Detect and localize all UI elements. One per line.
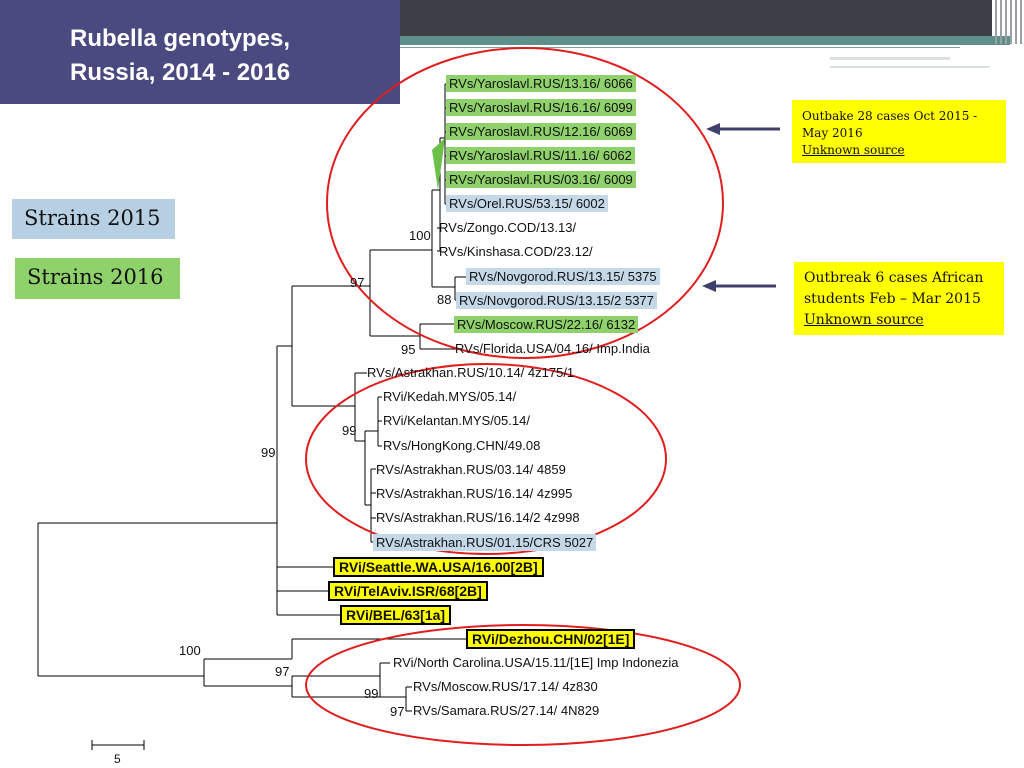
leaf-label: RVi/Kelantan.MYS/05.14/ — [383, 413, 530, 428]
leaf-label: RVs/Astrakhan.RUS/16.14/ 4z995 — [376, 486, 573, 501]
arrow-icon-middle — [702, 280, 776, 292]
leaf-label: RVs/Yaroslavl.RUS/12.16/ 6069 — [446, 123, 636, 140]
leaf-label-reference: RVi/TelAviv.ISR/68[2B] — [328, 581, 488, 601]
leaf-label: RVs/Moscow.RUS/17.14/ 4z830 — [413, 679, 598, 694]
bootstrap-value: 97 — [350, 275, 365, 290]
note-line: students Feb – Mar 2015 — [804, 291, 981, 307]
bootstrap-value: 99 — [364, 686, 379, 701]
leaf-label: RVs/Novgorod.RUS/13.15/ 5375 — [466, 268, 660, 285]
bootstrap-value: 97 — [275, 664, 290, 679]
leaf-label-reference: RVi/Dezhou.CHN/02[1E] — [466, 629, 636, 649]
leaf-label: RVi/Kedah.MYS/05.14/ — [383, 389, 517, 404]
leaf-label: RVs/Orel.RUS/53.15/ 6002 — [446, 195, 608, 212]
leaf-label: RVs/Astrakhan.RUS/01.15/CRS 5027 — [373, 534, 597, 551]
arrow-icon-top — [706, 123, 780, 135]
leaf-label: RVs/Novgorod.RUS/13.15/2 5377 — [456, 292, 657, 309]
leaf-label: RVs/Yaroslavl.RUS/16.16/ 6099 — [446, 99, 636, 116]
bootstrap-value: 100 — [409, 228, 431, 243]
outbreak-note-2016: Outbake 28 cases Oct 2015 - May 2016 Unk… — [792, 100, 1006, 163]
leaf-label: RVs/Astrakhan.RUS/10.14/ 4z175/1 — [367, 365, 575, 380]
leaf-label: RVi/North Carolina.USA/15.11/[1E] Imp In… — [393, 655, 679, 670]
leaf-label: RVs/Zongo.COD/13.13/ — [439, 220, 577, 235]
scale-bar-label: 5 — [114, 752, 121, 766]
note-line: Outbreak 6 cases African — [804, 270, 984, 286]
note-source: Unknown source — [804, 312, 924, 328]
scale-bar — [91, 740, 145, 750]
note-source: Unknown source — [802, 143, 905, 157]
bootstrap-value: 95 — [401, 342, 416, 357]
bootstrap-value: 97 — [390, 704, 405, 719]
note-line: May 2016 — [802, 126, 863, 140]
leaf-label: RVs/Florida.USA/04.16/ Imp.India — [455, 341, 650, 356]
bootstrap-value: 88 — [437, 292, 452, 307]
leaf-label-reference: RVi/BEL/63[1a] — [340, 605, 452, 625]
leaf-label: RVs/Astrakhan.RUS/03.14/ 4859 — [376, 462, 566, 477]
leaf-label: RVs/Astrakhan.RUS/16.14/2 4z998 — [376, 510, 580, 525]
leaf-label: RVs/Yaroslavl.RUS/13.16/ 6066 — [446, 75, 636, 92]
leaf-label: RVs/Moscow.RUS/22.16/ 6132 — [454, 316, 639, 333]
bootstrap-value: 99 — [261, 445, 276, 460]
leaf-label: RVs/Samara.RUS/27.14/ 4N829 — [413, 703, 600, 718]
leaf-label: RVs/HongKong.CHN/49.08 — [383, 438, 541, 453]
bootstrap-value: 99 — [342, 423, 357, 438]
clade-highlight-wedge — [432, 138, 445, 190]
leaf-label: RVs/Kinshasa.COD/23.12/ — [439, 244, 593, 259]
leaf-label: RVs/Yaroslavl.RUS/11.16/ 6062 — [446, 147, 635, 164]
bootstrap-value: 100 — [179, 643, 201, 658]
leaf-label: RVs/Yaroslavl.RUS/03.16/ 6009 — [446, 171, 636, 188]
leaf-label-reference: RVi/Seattle.WA.USA/16.00[2B] — [333, 557, 544, 577]
outbreak-note-2015: Outbreak 6 cases African students Feb – … — [794, 262, 1004, 335]
note-line: Outbake 28 cases Oct 2015 - — [802, 109, 978, 123]
